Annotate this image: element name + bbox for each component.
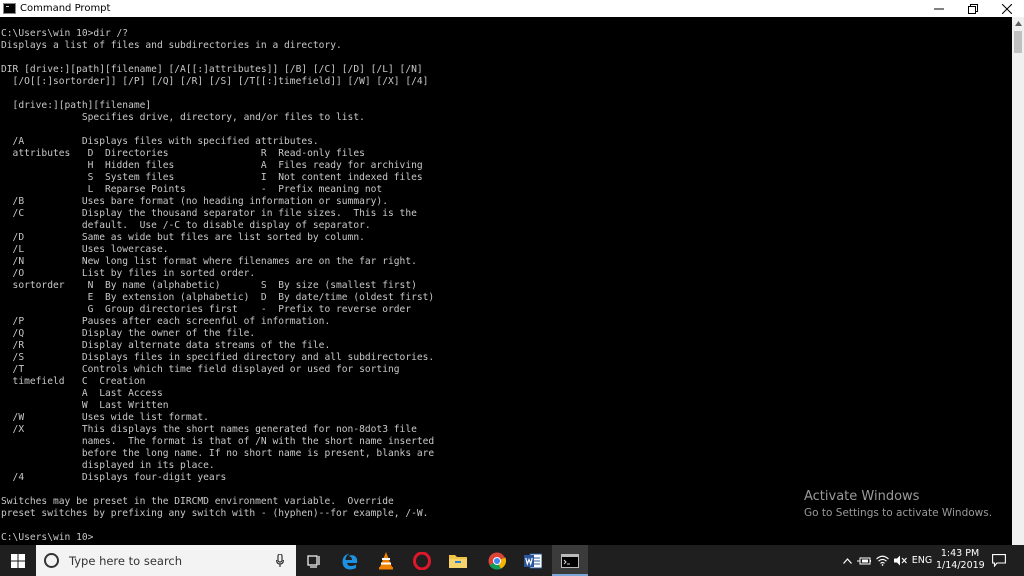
input-language-button[interactable]: ENG	[911, 545, 933, 576]
close-button[interactable]	[990, 0, 1024, 17]
clock-time: 1:43 PM	[940, 548, 980, 559]
microphone-icon[interactable]	[276, 554, 284, 567]
taskbar-app-edge[interactable]	[332, 545, 368, 576]
volume-tray-button[interactable]	[892, 545, 908, 576]
search-icon	[44, 553, 59, 568]
start-button[interactable]	[0, 545, 36, 576]
action-center-button[interactable]	[986, 545, 1012, 576]
opera-icon	[413, 551, 431, 570]
vlc-icon	[379, 551, 393, 569]
battery-plug-icon	[857, 557, 871, 564]
taskbar-app-opera[interactable]	[404, 545, 440, 576]
power-tray-button[interactable]	[856, 545, 872, 576]
activation-watermark: Activate Windows Go to Settings to activ…	[804, 488, 992, 521]
volume-muted-icon	[893, 555, 907, 566]
chevron-up-icon	[842, 557, 852, 564]
minimize-icon	[934, 8, 944, 9]
search-placeholder: Type here to search	[69, 553, 183, 568]
taskbar-app-chrome[interactable]	[479, 545, 515, 576]
language-indicator: ENG	[911, 555, 933, 566]
activation-title: Activate Windows	[804, 489, 920, 504]
vertical-scrollbar[interactable]	[1012, 17, 1024, 545]
taskbar-app-word[interactable]	[515, 545, 551, 576]
chrome-icon	[488, 552, 506, 570]
wifi-icon	[875, 555, 889, 566]
window-controls	[922, 0, 1024, 17]
console-output: C:\Users\win 10>dir /? Displays a list o…	[1, 28, 435, 543]
title-bar[interactable]: Command Prompt	[0, 0, 1024, 17]
task-view-icon	[307, 554, 320, 568]
chevron-up-icon	[1014, 20, 1022, 26]
scroll-up-button[interactable]	[1012, 17, 1024, 29]
task-view-button[interactable]	[296, 545, 332, 576]
word-icon	[524, 553, 542, 568]
network-tray-button[interactable]	[874, 545, 890, 576]
taskbar-app-vlc[interactable]	[368, 545, 404, 576]
minimize-button[interactable]	[922, 0, 956, 17]
show-hidden-icons-button[interactable]	[840, 545, 854, 576]
taskbar: Type here to search ENG 1:43 PM 1/14/201…	[0, 545, 1024, 576]
taskbar-app-file-explorer[interactable]	[440, 545, 476, 576]
window-title: Command Prompt	[20, 3, 111, 14]
notification-icon	[992, 554, 1006, 567]
edge-icon	[342, 553, 358, 569]
file-explorer-icon	[449, 555, 467, 568]
scroll-thumb[interactable]	[1014, 31, 1022, 53]
clock-date: 1/14/2019	[936, 560, 985, 571]
taskbar-search[interactable]: Type here to search	[36, 545, 296, 576]
activation-subtitle: Go to Settings to activate Windows.	[804, 507, 993, 519]
command-prompt-icon	[3, 3, 16, 14]
taskbar-app-command-prompt[interactable]	[552, 545, 588, 576]
maximize-button[interactable]	[956, 0, 990, 17]
command-prompt-icon	[561, 553, 579, 568]
close-icon	[1002, 3, 1012, 14]
taskbar-clock[interactable]: 1:43 PM 1/14/2019	[936, 548, 985, 572]
restore-icon	[968, 3, 978, 14]
console-area[interactable]: C:\Users\win 10>dir /? Displays a list o…	[0, 17, 1012, 545]
windows-logo-icon	[11, 553, 25, 568]
